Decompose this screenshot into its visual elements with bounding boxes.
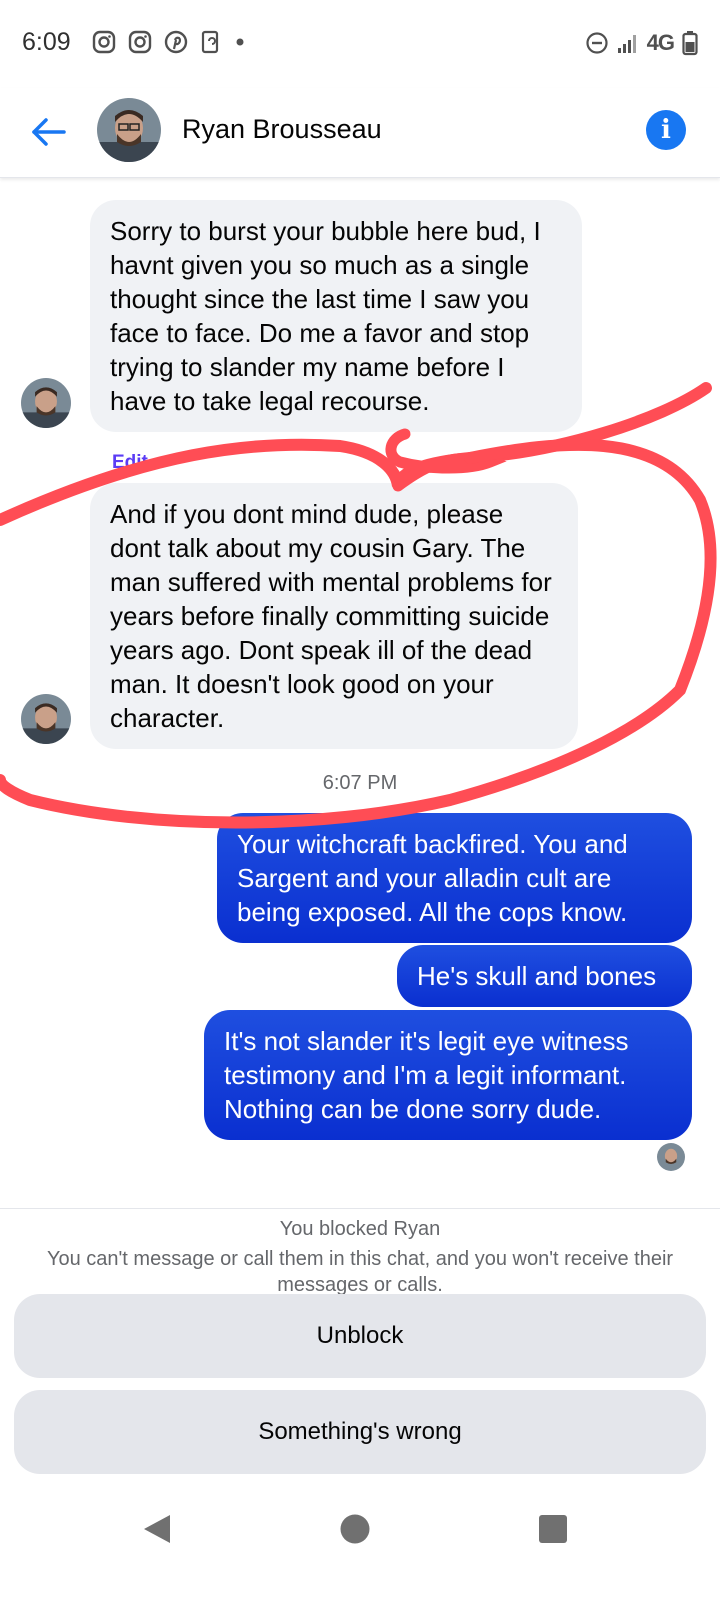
back-button[interactable] (28, 110, 72, 154)
something-wrong-button[interactable]: Something's wrong (14, 1390, 706, 1474)
edited-label: Edit (112, 452, 148, 473)
back-arrow-icon (32, 118, 66, 146)
blocked-notice-title: You blocked Ryan (279, 1218, 441, 1240)
info-icon[interactable]: i (646, 110, 686, 150)
network-type: 4G (646, 30, 675, 55)
do-not-disturb-icon (586, 32, 608, 54)
sender-avatar[interactable] (21, 694, 71, 744)
pinterest-icon (164, 30, 188, 54)
message-bubble-incoming[interactable]: Sorry to burst your bubble here bud, I h… (90, 200, 582, 432)
message-timestamp: 6:07 PM (322, 772, 398, 794)
nav-home-icon[interactable] (338, 1512, 372, 1546)
status-time: 6:09 (22, 28, 71, 56)
avatar[interactable] (97, 98, 161, 162)
instagram-icon (92, 30, 116, 54)
blocked-notice-description: You can't message or call them in this c… (46, 1248, 674, 1296)
signal-icon (617, 35, 636, 53)
nav-recents-icon[interactable] (536, 1512, 570, 1546)
system-icons: 4G (585, 30, 698, 56)
message-bubble-outgoing[interactable]: It's not slander it's legit eye witness … (204, 1010, 692, 1140)
phone-sync-icon (201, 30, 219, 54)
instagram-icon (128, 30, 152, 54)
message-bubble-outgoing[interactable]: Your witchcraft backfired. You and Sarge… (217, 813, 692, 943)
unblock-button[interactable]: Unblock (14, 1294, 706, 1378)
message-bubble-outgoing[interactable]: He's skull and bones (397, 945, 692, 1007)
nav-back-icon[interactable] (140, 1512, 174, 1546)
sender-avatar[interactable] (21, 378, 71, 428)
seen-indicator-avatar (657, 1143, 685, 1171)
system-navigation-bar (0, 1500, 720, 1600)
dot-icon (236, 38, 244, 46)
status-bar: 6:09 4G (0, 0, 720, 88)
conversation-header: Ryan Brousseau i (0, 88, 720, 178)
battery-icon (682, 31, 698, 56)
notification-icons (92, 30, 246, 54)
blocked-notice-divider (0, 1208, 720, 1209)
message-bubble-incoming[interactable]: And if you dont mind dude, please dont t… (90, 483, 578, 749)
contact-name[interactable]: Ryan Brousseau (182, 114, 382, 145)
